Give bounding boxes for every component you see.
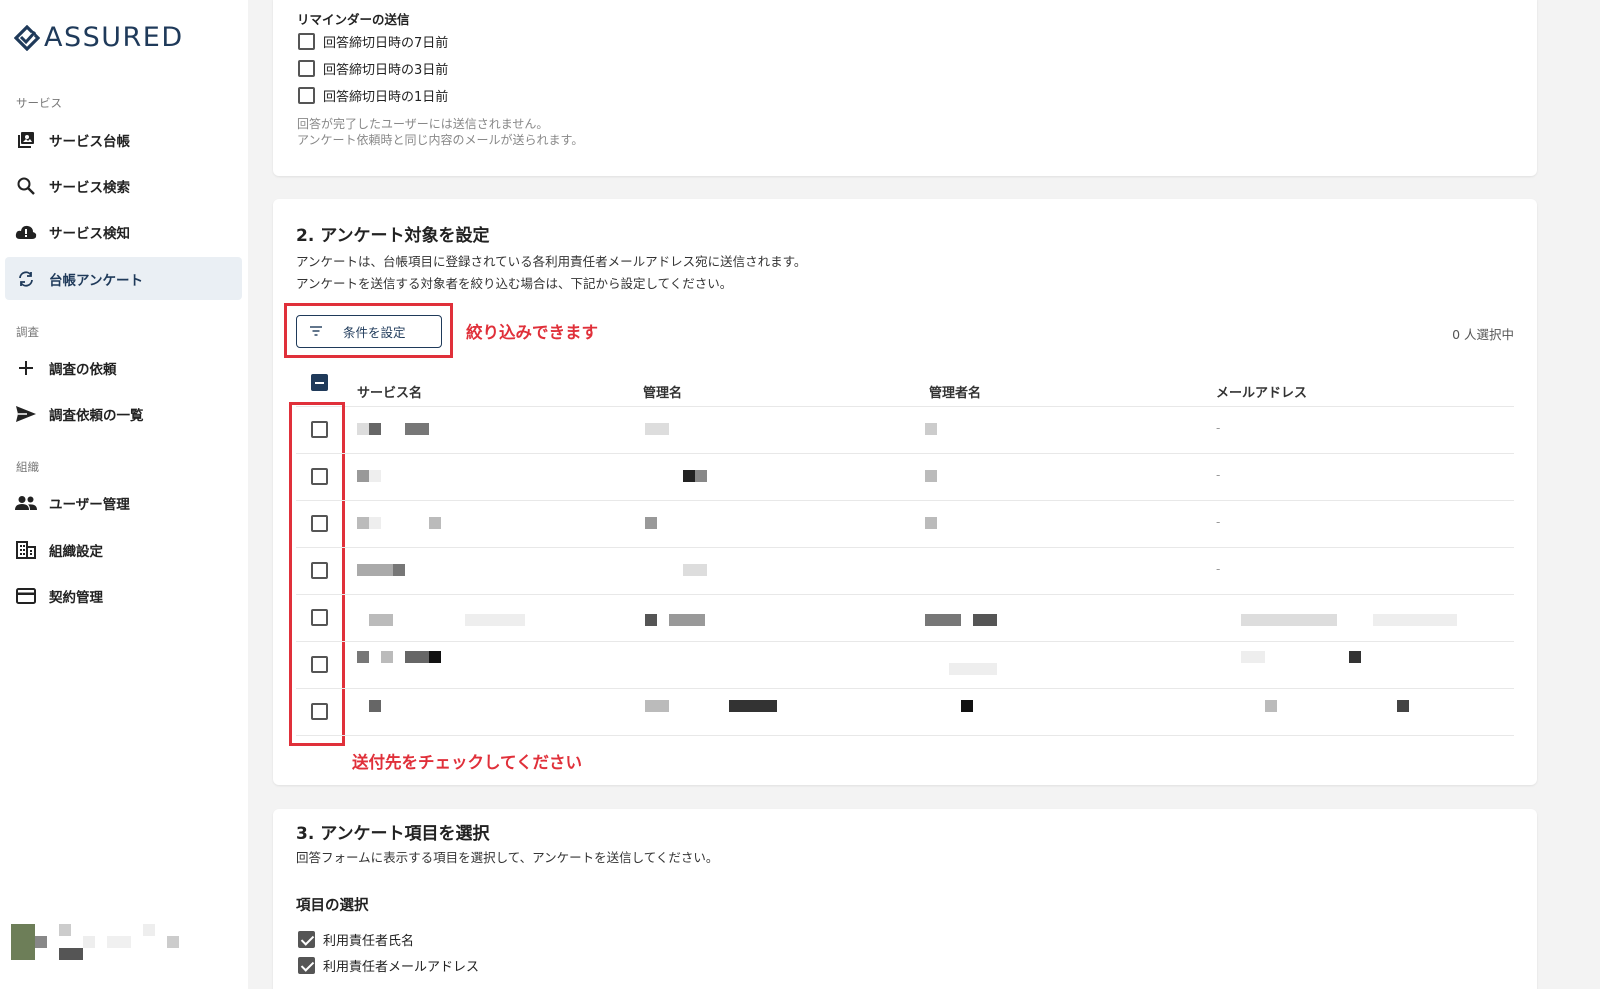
item-option[interactable]: 利用責任者メールアドレス xyxy=(298,956,479,975)
reminder-3days-label: 回答締切日時の3日前 xyxy=(323,63,449,78)
plus-icon xyxy=(15,357,37,379)
target-desc-1: アンケートは、台帳項目に登録されている各利用責任者メールアドレス宛に送信されます… xyxy=(296,254,807,269)
people-icon xyxy=(15,492,37,514)
item-checkbox[interactable] xyxy=(298,931,315,948)
library-icon xyxy=(15,129,37,151)
column-header-management-name: 管理名 xyxy=(643,386,683,401)
item-label: 利用責任者メールアドレス xyxy=(323,960,480,975)
email-cell: - xyxy=(1216,562,1221,576)
row-checkbox[interactable] xyxy=(311,703,328,720)
sync-icon xyxy=(15,268,37,290)
table-row[interactable] xyxy=(273,594,1537,641)
sidebar-item-label: サービス台帳 xyxy=(49,133,130,150)
reminder-7days-checkbox[interactable] xyxy=(298,33,315,50)
items-desc: 回答フォームに表示する項目を選択して、アンケートを送信してください。 xyxy=(296,850,719,865)
sidebar-item-org-settings[interactable]: 組織設定 xyxy=(5,528,242,571)
nav-section-service: サービス xyxy=(16,96,62,110)
reminder-note-1: 回答が完了したユーザーには送信されません。 xyxy=(297,117,549,131)
sidebar-item-label: サービス検知 xyxy=(49,225,130,242)
sidebar-item-label: 契約管理 xyxy=(49,589,103,606)
section-title-items: 3. アンケート項目を選択 xyxy=(296,824,490,844)
email-cell: - xyxy=(1216,468,1221,482)
reminder-7days-label: 回答締切日時の7日前 xyxy=(323,36,449,51)
row-checkbox[interactable] xyxy=(311,656,328,673)
item-checkbox[interactable] xyxy=(298,957,315,974)
row-checkbox[interactable] xyxy=(311,468,328,485)
sidebar-item-label: ユーザー管理 xyxy=(49,496,130,513)
row-checkbox[interactable] xyxy=(311,562,328,579)
nav-section-org: 組織 xyxy=(16,460,39,474)
table-row[interactable]: - xyxy=(273,453,1537,500)
reminder-1day-label: 回答締切日時の1日前 xyxy=(323,90,449,105)
row-checkbox[interactable] xyxy=(311,421,328,438)
sidebar-item-service-ledger[interactable]: サービス台帳 xyxy=(5,118,242,161)
search-icon xyxy=(15,175,37,197)
sidebar: ASSURED サービス サービス台帳 サービス検索 サービス検知 台帳アンケー… xyxy=(0,0,248,989)
sidebar-item-label: サービス検索 xyxy=(49,179,130,196)
table-row[interactable]: - xyxy=(273,500,1537,547)
annotation-check-text: 送付先をチェックしてください xyxy=(352,753,583,772)
sidebar-item-label: 調査の依頼 xyxy=(49,361,117,378)
logo-text: ASSURED xyxy=(44,22,184,53)
selected-count: 0 人選択中 xyxy=(1452,327,1514,342)
sidebar-item-user-management[interactable]: ユーザー管理 xyxy=(5,481,242,524)
set-conditions-label: 条件を設定 xyxy=(343,326,406,340)
table-row[interactable]: - xyxy=(273,547,1537,594)
sidebar-item-request-list[interactable]: 調査依頼の一覧 xyxy=(5,392,242,435)
row-checkbox[interactable] xyxy=(311,515,328,532)
set-conditions-button[interactable]: 条件を設定 xyxy=(296,315,442,348)
sidebar-item-label: 台帳アンケート xyxy=(49,272,143,289)
row-checkbox[interactable] xyxy=(311,609,328,626)
send-icon xyxy=(15,403,37,425)
cloud-alert-icon xyxy=(15,221,37,243)
column-header-service-name: サービス名 xyxy=(357,386,423,401)
item-option[interactable]: 利用責任者氏名 xyxy=(298,930,414,949)
target-desc-2: アンケートを送信する対象者を絞り込む場合は、下記から設定してください。 xyxy=(296,276,733,291)
table-divider xyxy=(296,735,1514,736)
reminder-card: リマインダーの送信 回答締切日時の7日前 回答締切日時の3日前 回答締切日時の1… xyxy=(273,0,1537,176)
items-subtitle: 項目の選択 xyxy=(296,898,369,914)
reminder-3days-option[interactable]: 回答締切日時の3日前 xyxy=(298,59,448,78)
sidebar-item-service-search[interactable]: サービス検索 xyxy=(5,164,242,207)
sidebar-item-service-detect[interactable]: サービス検知 xyxy=(5,210,242,253)
reminder-title: リマインダーの送信 xyxy=(297,12,410,27)
survey-items-card: 3. アンケート項目を選択 回答フォームに表示する項目を選択して、アンケートを送… xyxy=(273,809,1537,989)
reminder-1day-checkbox[interactable] xyxy=(298,87,315,104)
reminder-7days-option[interactable]: 回答締切日時の7日前 xyxy=(298,32,448,51)
column-header-email: メールアドレス xyxy=(1216,386,1308,401)
select-all-checkbox[interactable] xyxy=(311,374,328,391)
email-cell: - xyxy=(1216,515,1221,529)
annotation-filter-text: 絞り込みできます xyxy=(466,323,598,342)
reminder-1day-option[interactable]: 回答締切日時の1日前 xyxy=(298,86,448,105)
filter-icon xyxy=(309,325,323,339)
user-avatar[interactable] xyxy=(11,924,191,964)
table-row[interactable] xyxy=(273,641,1537,688)
table-row[interactable] xyxy=(273,688,1537,735)
logo[interactable]: ASSURED xyxy=(14,22,184,53)
section-title-target: 2. アンケート対象を設定 xyxy=(296,226,490,246)
reminder-3days-checkbox[interactable] xyxy=(298,60,315,77)
sidebar-item-ledger-survey[interactable]: 台帳アンケート xyxy=(5,257,242,300)
sidebar-item-contract-management[interactable]: 契約管理 xyxy=(5,574,242,617)
column-header-manager-name: 管理者名 xyxy=(929,386,982,401)
item-label: 利用責任者氏名 xyxy=(323,934,415,949)
target-card: 2. アンケート対象を設定 アンケートは、台帳項目に登録されている各利用責任者メ… xyxy=(273,199,1537,785)
sidebar-item-request-survey[interactable]: 調査の依頼 xyxy=(5,346,242,389)
table-row[interactable]: - xyxy=(273,406,1537,453)
sidebar-item-label: 調査依頼の一覧 xyxy=(49,407,144,424)
building-icon xyxy=(15,539,37,561)
sidebar-item-label: 組織設定 xyxy=(49,543,103,560)
card-icon xyxy=(15,585,37,607)
email-cell: - xyxy=(1216,421,1221,435)
reminder-note-2: アンケート依頼時と同じ内容のメールが送られます。 xyxy=(297,133,584,147)
nav-section-survey: 調査 xyxy=(16,325,39,339)
assured-logo-icon xyxy=(14,24,40,51)
